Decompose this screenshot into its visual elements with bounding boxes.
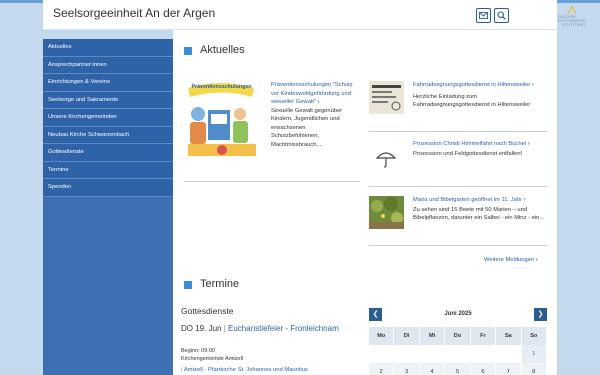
calendar-month: Juni 2025 <box>444 311 472 317</box>
calendar-day[interactable]: 8 <box>521 363 547 375</box>
weekday-label: Fr <box>470 327 497 345</box>
featured-image-caption: Präventionsschulungen <box>191 84 252 90</box>
search-button[interactable] <box>494 8 509 23</box>
featured-news-item: Präventionsschulungen "Schutz vor Kindes… <box>271 81 355 149</box>
event-item: DO 19. Jun | Eucharistiefeier - Fronleic… <box>181 324 365 334</box>
sidebar-item-seelsorge[interactable]: Seelsorge und Sakramente <box>43 91 173 109</box>
diocese-logo[interactable]: DIÖZESE ROTTENBURG- STUTTGART <box>558 6 600 28</box>
calendar-day[interactable]: 4 <box>419 363 446 375</box>
chevron-right-icon: › <box>315 99 320 105</box>
calendar-day[interactable]: 3 <box>394 363 420 375</box>
weekday-label: Do <box>445 327 471 345</box>
search-icon <box>497 11 506 20</box>
calendar-day[interactable]: 2 <box>369 363 395 375</box>
divider <box>369 131 547 132</box>
weekday-label: Sa <box>496 327 522 345</box>
chevron-right-icon: › <box>522 197 526 203</box>
calendar-day-empty <box>369 345 395 363</box>
sidebar-item-termine[interactable]: Termine <box>43 161 173 179</box>
divider <box>184 181 360 182</box>
calendar-day[interactable]: 5 <box>445 363 471 375</box>
calendar-header: ❮ Juni 2025 ❯ <box>369 308 547 324</box>
calendar-day-empty <box>496 345 522 363</box>
event-date: DO 19. Jun <box>181 324 222 333</box>
news-link-2[interactable]: Prozession Christi Himmelfahrt nach Büch… <box>413 140 555 149</box>
chevron-right-icon: › <box>535 257 538 263</box>
sidebar-item-ansprechpartner[interactable]: Ansprechpartner:innen <box>43 56 173 74</box>
separator: | <box>223 324 226 333</box>
calendar-next-button[interactable]: ❯ <box>534 308 547 321</box>
featured-news-link[interactable]: Präventionsschulungen "Schutz vor Kindes… <box>271 81 355 107</box>
sidebar-item-spenden[interactable]: Spenden <box>43 179 173 197</box>
sidebar-item-neubau[interactable]: Neubau Kirche Schwarzenbach <box>43 126 173 144</box>
news-link-1[interactable]: Fahrradsegnungsgottesdienst in Hiltenswe… <box>413 81 555 90</box>
termine-heading: Termine <box>200 278 240 290</box>
more-news-link[interactable]: Weitere Meldungen › <box>484 257 538 263</box>
event-title-link[interactable]: Eucharistiefeier - Fronleichnam <box>228 324 339 333</box>
sidebar-item-gottesdienste[interactable]: Gottesdienste <box>43 144 173 162</box>
event-location-link[interactable]: Amtzell - Pfarrkirche St. Johannes und M… <box>184 367 308 373</box>
news-item-2: Prozession Christi Himmelfahrt nach Büch… <box>413 140 555 158</box>
chevron-right-icon: › <box>526 141 530 147</box>
mitre-icon <box>567 6 577 14</box>
news-item-1: Fahrradsegnungsgottesdienst in Hiltenswe… <box>413 81 555 110</box>
calendar-week: 2 3 4 5 6 7 8 <box>369 363 547 375</box>
calendar-day-empty <box>419 345 446 363</box>
logo-line-3: STUTTGART <box>562 22 586 27</box>
news-text-3: Zu sehen sind 15 Beete mit 50 Marien – u… <box>413 206 545 222</box>
separator: | <box>181 367 183 373</box>
aktuelles-heading: Aktuelles <box>200 44 245 56</box>
sidebar-item-kirchengemeinden[interactable]: Unsere Kirchengemeinden <box>43 109 173 127</box>
weekday-label: Mo <box>369 327 395 345</box>
news-link-3[interactable]: Maria und Bibelgarten geöffnet im 11. Ja… <box>413 196 555 205</box>
featured-image[interactable] <box>184 80 259 160</box>
umbrella-icon <box>376 152 396 168</box>
news-image-fahrrad[interactable] <box>369 81 404 114</box>
mail-button[interactable] <box>476 8 491 23</box>
event-location: | Amtzell - Pfarrkirche St. Johannes und… <box>181 366 365 375</box>
site-title[interactable]: Seelsorgeeinheit An der Argen <box>53 6 215 20</box>
weekday-label: Di <box>394 327 420 345</box>
calendar-day-empty <box>445 345 471 363</box>
chevron-right-icon: ❯ <box>537 311 544 318</box>
termine-subtitle: Gottesdienste <box>181 306 234 316</box>
sidebar-nav: Aktuelles Ansprechpartner:innen Einricht… <box>43 39 173 375</box>
section-marker <box>184 281 192 289</box>
calendar-day[interactable]: 7 <box>496 363 522 375</box>
sidebar-item-aktuelles[interactable]: Aktuelles <box>43 39 173 57</box>
mail-icon <box>479 12 488 19</box>
news-item-3: Maria und Bibelgarten geöffnet im 11. Ja… <box>413 196 555 223</box>
header: Seelsorgeeinheit An der Argen DIÖZESE RO… <box>43 0 587 30</box>
calendar-day[interactable]: 1 <box>521 345 547 363</box>
divider <box>369 186 547 187</box>
featured-news-text: Sexuelle Gewalt gegenüber Kindern, Jugen… <box>271 107 343 148</box>
calendar-weekdays: Mo Di Mi Do Fr Sa So <box>369 327 547 345</box>
main-content: Aktuelles Präventionsschulungen Präventi… <box>173 30 557 375</box>
event-time: Beginn: 09:00 <box>181 348 215 354</box>
calendar-grid: Mo Di Mi Do Fr Sa So 1 2 3 4 5 6 7 8 <box>369 327 547 375</box>
chevron-right-icon: › <box>530 82 534 88</box>
calendar-week: 1 <box>369 345 547 363</box>
weekday-label: So <box>521 327 547 345</box>
event-parish: Kirchengemeinde Amtzell <box>181 356 244 362</box>
more-news-label: Weitere Meldungen <box>484 257 535 263</box>
news-text-2: Prozession und Feldgottesdienst entfalle… <box>413 150 523 157</box>
divider <box>369 245 547 246</box>
section-marker <box>184 47 192 55</box>
calendar-day-empty <box>394 345 420 363</box>
news-image-garten[interactable] <box>369 196 404 229</box>
calendar-day[interactable]: 6 <box>470 363 497 375</box>
calendar-day-empty <box>470 345 497 363</box>
sidebar-item-einrichtungen[interactable]: Einrichtungen & Vereine <box>43 74 173 92</box>
weekday-label: Mi <box>419 327 446 345</box>
news-text-1: Herzliche Einladung zum Fahrradsegnungsg… <box>413 93 531 109</box>
